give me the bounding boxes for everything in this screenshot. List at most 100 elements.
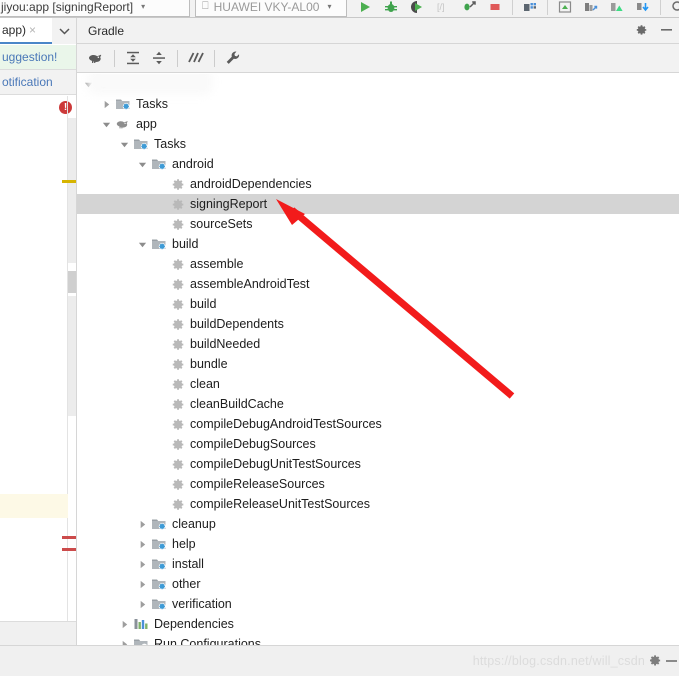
error-stripe-2[interactable] [62, 548, 76, 551]
tree-expander-collapsed-icon[interactable] [101, 99, 112, 110]
chevron-down-icon[interactable] [52, 18, 76, 44]
tree-row[interactable] [77, 74, 679, 94]
editor-scrollbar-track[interactable] [68, 118, 76, 263]
tree-row-label: clean [190, 377, 220, 391]
tree-expander-collapsed-icon[interactable] [137, 539, 148, 550]
tree-row[interactable]: build [77, 234, 679, 254]
tree-row[interactable]: androidDependencies [77, 174, 679, 194]
tree-row[interactable]: bundle [77, 354, 679, 374]
run-configuration-dropdown[interactable]: jiyou:app [signingReport] ▾ [0, 0, 190, 17]
gradle-task-icon [169, 296, 185, 312]
tree-expander-expanded-icon[interactable] [83, 79, 94, 90]
tree-row[interactable]: buildNeeded [77, 334, 679, 354]
tree-row[interactable]: other [77, 574, 679, 594]
execute-gradle-task-icon[interactable] [83, 46, 109, 70]
tasks-folder-icon [151, 556, 167, 572]
tree-row[interactable]: Tasks [77, 134, 679, 154]
run-with-coverage-icon[interactable] [404, 0, 430, 17]
tree-row[interactable]: Dependencies [77, 614, 679, 634]
collapse-all-icon[interactable] [146, 46, 172, 70]
tree-row-label: androidDependencies [190, 177, 312, 191]
tree-row[interactable]: verification [77, 594, 679, 614]
gradle-task-icon [169, 276, 185, 292]
debug-icon[interactable] [378, 0, 404, 17]
gradle-task-icon [169, 496, 185, 512]
android-device-monitor-icon[interactable] [604, 0, 630, 17]
tree-row[interactable]: Tasks [77, 94, 679, 114]
status-settings-gear-icon[interactable] [647, 653, 662, 671]
tree-row-selected[interactable]: signingReport [77, 194, 679, 214]
tree-row[interactable]: assembleAndroidTest [77, 274, 679, 294]
tree-row[interactable]: cleanBuildCache [77, 394, 679, 414]
toolbar-divider [547, 0, 548, 15]
settings-gear-icon[interactable] [634, 23, 648, 40]
tasks-folder-icon [151, 236, 167, 252]
editor-tab-active[interactable]: app) × [0, 18, 52, 44]
notification-suggestion-bar[interactable]: uggestion! [0, 45, 76, 70]
layout-inspector-icon[interactable] [517, 0, 543, 17]
tree-row[interactable]: compileDebugSources [77, 434, 679, 454]
gradle-tool-window-header: Gradle [77, 18, 679, 44]
tree-expander-collapsed-icon[interactable] [137, 519, 148, 530]
tree-row[interactable]: clean [77, 374, 679, 394]
expand-all-icon[interactable] [120, 46, 146, 70]
avd-manager-icon[interactable] [552, 0, 578, 17]
notification-bar[interactable]: otification [0, 70, 76, 95]
minimize-icon[interactable] [660, 23, 673, 39]
device-dropdown[interactable]: ⎕ HUAWEI VKY-AL00 ▾ [195, 0, 347, 17]
tree-row[interactable]: compileReleaseUnitTestSources [77, 494, 679, 514]
gradle-task-icon [169, 336, 185, 352]
tree-row[interactable]: install [77, 554, 679, 574]
tree-row-label: compileDebugSources [190, 437, 316, 451]
warning-stripe[interactable] [62, 180, 76, 183]
sync-project-gradle-icon[interactable] [630, 0, 656, 17]
gradle-task-icon [169, 316, 185, 332]
gradle-header-actions [634, 18, 673, 44]
status-minimize-icon[interactable] [666, 660, 677, 662]
sdk-manager-icon[interactable] [578, 0, 604, 17]
tree-expander-collapsed-icon[interactable] [137, 599, 148, 610]
gradle-task-tree[interactable]: Tasks app Tasks android androidDependencies s… [77, 74, 679, 645]
tree-row[interactable]: Run Configurations [77, 634, 679, 645]
editor-content[interactable]: ! [0, 96, 76, 676]
stop-icon[interactable] [482, 0, 508, 17]
tree-row[interactable]: help [77, 534, 679, 554]
editor-scrollbar-track-lower[interactable] [68, 296, 76, 416]
tree-expander-collapsed-icon[interactable] [119, 619, 130, 630]
tree-expander-collapsed-icon[interactable] [137, 559, 148, 570]
tree-row[interactable]: app [77, 114, 679, 134]
error-badge-icon[interactable]: ! [59, 101, 72, 114]
tree-row[interactable]: sourceSets [77, 214, 679, 234]
tree-row[interactable]: cleanup [77, 514, 679, 534]
tree-expander-expanded-icon[interactable] [101, 119, 112, 130]
tree-row[interactable]: android [77, 154, 679, 174]
tree-expander-expanded-icon[interactable] [137, 159, 148, 170]
gradle-settings-wrench-icon[interactable] [220, 46, 246, 70]
attach-debugger-icon[interactable] [456, 0, 482, 17]
tree-row[interactable]: compileDebugUnitTestSources [77, 454, 679, 474]
error-stripe-1[interactable] [62, 536, 76, 539]
gradle-toolbar-divider [214, 49, 215, 67]
gradle-task-icon [169, 176, 185, 192]
tree-row-label: Run Configurations [154, 637, 262, 645]
tree-row[interactable]: compileDebugAndroidTestSources [77, 414, 679, 434]
tree-expander-expanded-icon[interactable] [137, 239, 148, 250]
toolbar-icon-group: [/] [352, 0, 679, 17]
notification-suggestion-text: uggestion! [2, 50, 58, 64]
close-icon[interactable]: × [29, 23, 36, 37]
toggle-offline-mode-icon[interactable] [183, 46, 209, 70]
tree-row-label: build [172, 237, 199, 251]
tree-row[interactable]: buildDependents [77, 314, 679, 334]
tree-expander-collapsed-icon[interactable] [137, 579, 148, 590]
tree-row[interactable]: build [77, 294, 679, 314]
tree-row-label: verification [172, 597, 232, 611]
editor-scrollbar-thumb[interactable] [68, 271, 76, 293]
tree-row-label: compileDebugAndroidTestSources [190, 417, 382, 431]
tree-expander-expanded-icon[interactable] [119, 139, 130, 150]
chevron-down-icon: ▾ [327, 2, 332, 11]
tree-row-label: other [172, 577, 201, 591]
tree-row[interactable]: assemble [77, 254, 679, 274]
search-icon[interactable] [665, 0, 679, 17]
tree-row[interactable]: compileReleaseSources [77, 474, 679, 494]
run-icon[interactable] [352, 0, 378, 17]
